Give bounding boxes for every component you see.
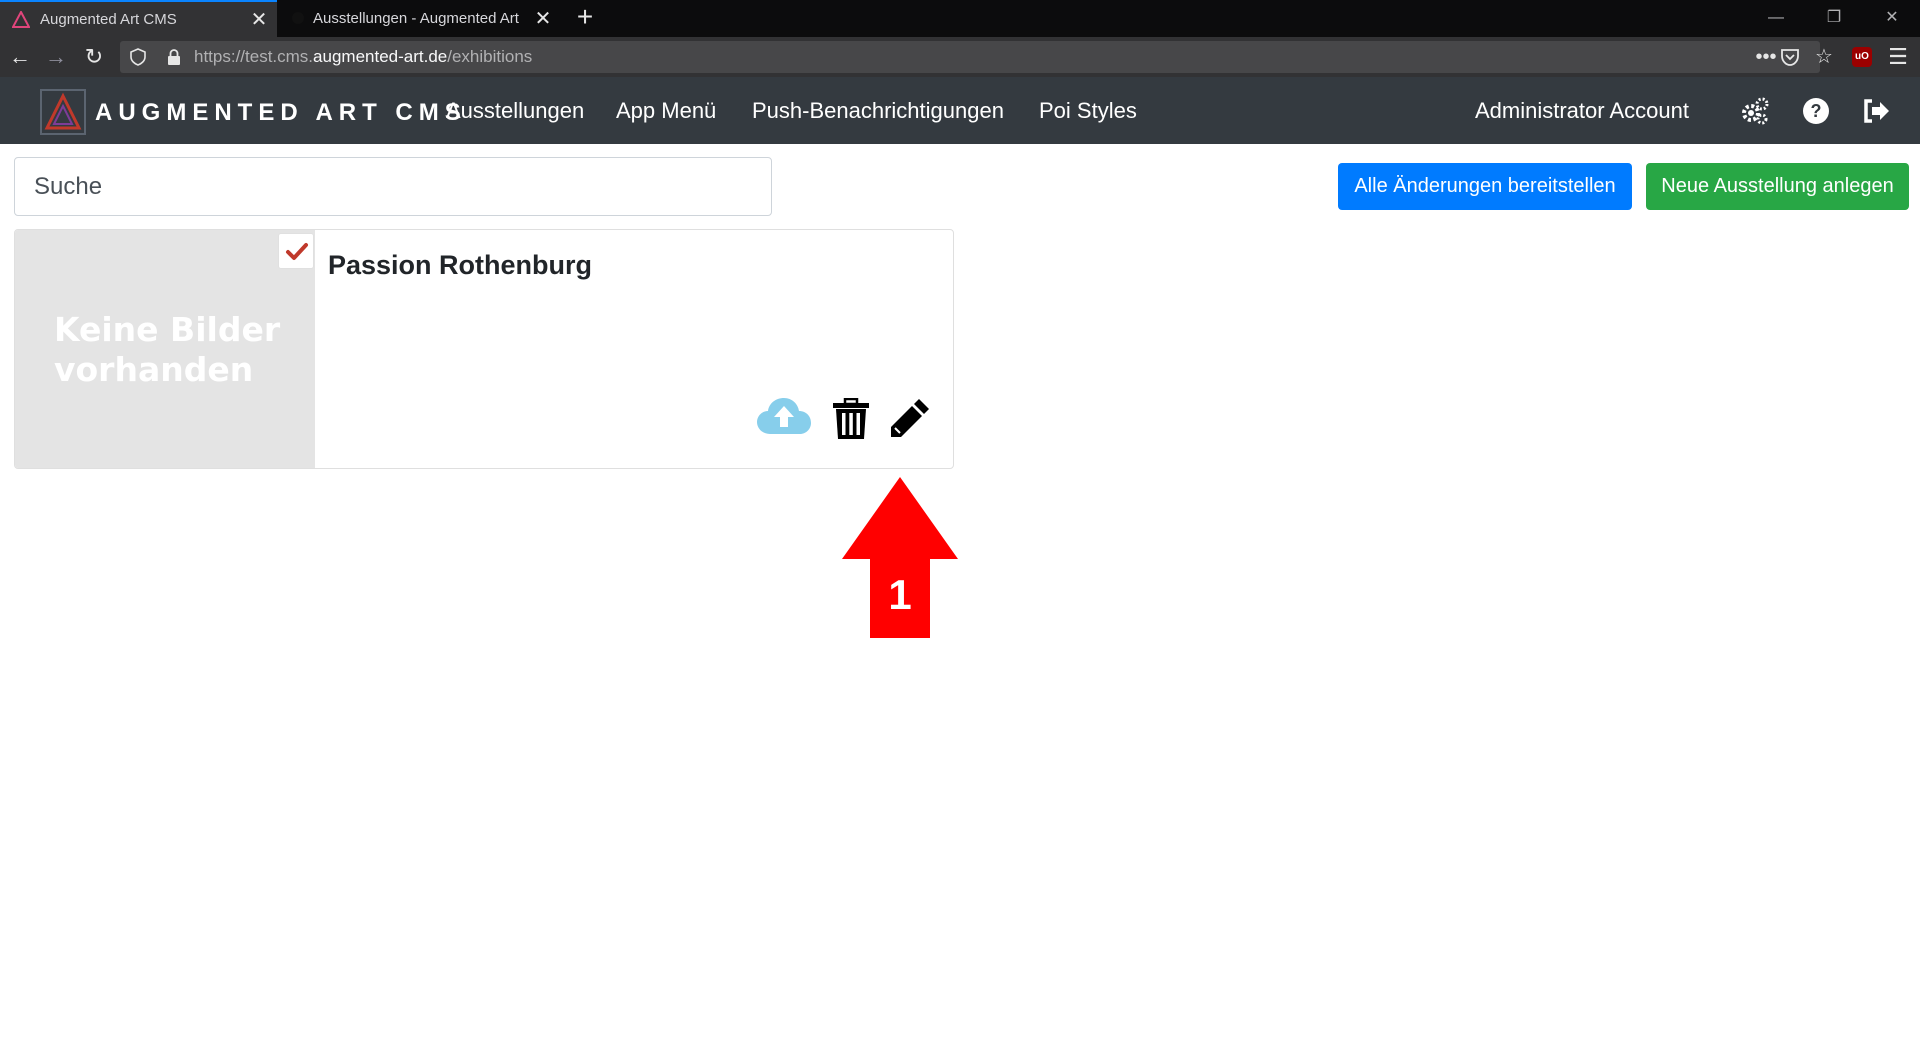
settings-icon[interactable] xyxy=(1740,96,1770,126)
exhibition-card[interactable]: Keine Bilder vorhanden Passion Rothenbur… xyxy=(14,229,954,469)
back-icon[interactable]: ← xyxy=(6,43,34,71)
menu-icon[interactable]: ☰ xyxy=(1884,43,1912,71)
search-input[interactable] xyxy=(14,157,772,216)
image-placeholder: Keine Bilder vorhanden xyxy=(15,230,315,468)
svg-text:?: ? xyxy=(1811,101,1822,121)
close-window-icon[interactable]: ✕ xyxy=(1872,6,1912,30)
reload-icon[interactable]: ↻ xyxy=(80,43,108,71)
pocket-icon[interactable] xyxy=(1780,47,1800,67)
lock-icon[interactable] xyxy=(166,48,182,66)
new-exhibition-button[interactable]: Neue Ausstellung anlegen xyxy=(1646,163,1909,210)
deploy-all-button[interactable]: Alle Änderungen bereitstellen xyxy=(1338,163,1632,210)
browser-nav-bar: ← → ↻ https://test.cms.augmented-art.de/… xyxy=(0,37,1920,77)
logo-icon[interactable] xyxy=(40,89,86,135)
nav-ausstellungen[interactable]: Ausstellungen xyxy=(446,98,584,124)
browser-tab-bar: Augmented Art CMS ✕ Ausstellungen - Augm… xyxy=(0,0,1920,37)
app-header: AUGMENTED ART CMS Ausstellungen App Menü… xyxy=(0,77,1920,144)
new-tab-icon[interactable]: + xyxy=(570,3,600,33)
exhibition-title[interactable]: Passion Rothenburg xyxy=(328,250,592,281)
bookmark-star-icon[interactable]: ☆ xyxy=(1810,43,1838,71)
close-tab-icon[interactable]: ✕ xyxy=(249,10,269,30)
browser-tab-active[interactable]: Augmented Art CMS ✕ xyxy=(0,0,277,37)
ublock-icon[interactable]: uO xyxy=(1852,47,1872,67)
tab-title: Ausstellungen - Augmented Art xyxy=(313,10,519,27)
nav-app-menu[interactable]: App Menü xyxy=(616,98,716,124)
upload-cloud-icon[interactable] xyxy=(756,396,812,436)
help-icon[interactable]: ? xyxy=(1801,96,1831,126)
browser-tab-inactive[interactable]: Ausstellungen - Augmented Art ✕ xyxy=(281,0,561,37)
tab-title: Augmented Art CMS xyxy=(40,11,177,28)
app-favicon-icon xyxy=(292,12,304,24)
checkmark-icon xyxy=(286,243,308,260)
logout-icon[interactable] xyxy=(1861,96,1891,126)
minimize-icon[interactable]: — xyxy=(1756,6,1796,30)
brand-title[interactable]: AUGMENTED ART CMS xyxy=(95,99,467,127)
close-tab-icon[interactable]: ✕ xyxy=(533,9,553,29)
select-checkbox[interactable] xyxy=(278,233,314,269)
annotation-label: 1 xyxy=(888,571,911,618)
app-favicon-icon xyxy=(12,11,30,28)
trash-icon[interactable] xyxy=(831,398,871,440)
forward-icon[interactable]: → xyxy=(42,43,70,71)
restore-icon[interactable]: ❐ xyxy=(1814,6,1854,30)
account-menu[interactable]: Administrator Account xyxy=(1475,98,1689,124)
url-bar[interactable]: https://test.cms.augmented-art.de/exhibi… xyxy=(120,41,1833,73)
no-images-text: Keine Bilder vorhanden xyxy=(54,310,281,389)
edit-pencil-icon[interactable] xyxy=(888,396,932,440)
url-text[interactable]: https://test.cms.augmented-art.de/exhibi… xyxy=(194,47,532,67)
annotation-arrow: 1 xyxy=(842,477,958,638)
nav-push-notifications[interactable]: Push-Benachrichtigungen xyxy=(752,98,1004,124)
shield-icon[interactable] xyxy=(130,48,146,66)
more-icon[interactable]: ••• xyxy=(1752,43,1780,71)
nav-poi-styles[interactable]: Poi Styles xyxy=(1039,98,1137,124)
